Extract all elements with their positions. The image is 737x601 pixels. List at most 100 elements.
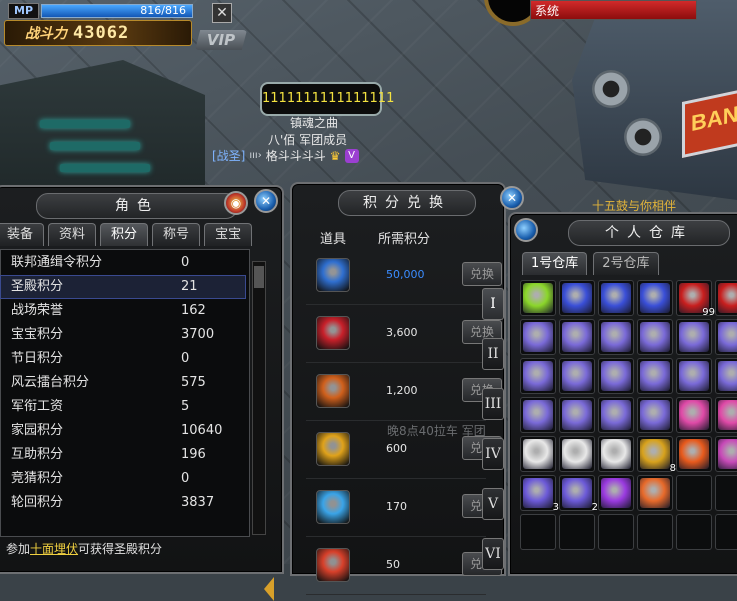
inventory-slot[interactable]	[520, 514, 556, 550]
inventory-slot[interactable]	[598, 514, 634, 550]
inventory-slot[interactable]	[715, 475, 737, 511]
collapse-arrow-icon[interactable]	[264, 577, 274, 601]
inventory-slot[interactable]	[520, 319, 556, 355]
page-button-V[interactable]: V	[482, 488, 504, 520]
inventory-slot[interactable]	[598, 358, 634, 394]
inventory-slot[interactable]	[520, 280, 556, 316]
inventory-slot[interactable]	[715, 436, 737, 472]
warehouse-tab-1[interactable]: 2号仓库	[593, 252, 659, 275]
points-row[interactable]: 互助积分 196	[1, 444, 245, 466]
points-value: 21	[181, 279, 198, 294]
page-button-I[interactable]: I	[482, 288, 504, 320]
close-icon[interactable]: ✕	[212, 3, 232, 23]
hint-link[interactable]: 十面埋伏	[30, 542, 78, 556]
col-item-header: 道具	[320, 232, 347, 247]
tab-0[interactable]: 装备	[0, 223, 45, 246]
inventory-slot[interactable]	[520, 397, 556, 433]
inventory-slot[interactable]	[676, 514, 712, 550]
exchange-panel-title: 积分兑换	[338, 190, 476, 216]
mask-icon	[523, 478, 553, 508]
inventory-slot[interactable]	[559, 319, 595, 355]
exchange-button[interactable]: 兑换	[462, 262, 502, 286]
inventory-slot[interactable]	[637, 514, 673, 550]
points-row[interactable]: 轮回积分 3837	[1, 492, 245, 514]
points-row[interactable]: 联邦通缉令积分 0	[1, 252, 245, 274]
inventory-slot[interactable]: 99	[676, 280, 715, 318]
green-star-card-icon	[523, 283, 553, 313]
exchange-row: 170兑换	[306, 480, 502, 537]
inventory-slot[interactable]	[637, 475, 673, 511]
inventory-slot[interactable]	[559, 358, 595, 394]
points-row[interactable]: 竞猜积分 0	[1, 468, 245, 490]
exchange-panel: 积分兑换 ✕ 道具 所需积分 50,000 兑换 3,600兑换1,200兑换 600…	[290, 182, 524, 595]
page-button-III[interactable]: III	[482, 388, 504, 420]
scrollbar-thumb[interactable]	[254, 266, 264, 288]
chest-icon	[679, 361, 709, 391]
close-icon[interactable]: ✕	[500, 186, 524, 210]
purple-eye-icon	[601, 478, 631, 508]
inventory-slot[interactable]	[598, 319, 634, 355]
role-panel-orb-icon[interactable]: ◉	[224, 191, 248, 215]
inventory-slot[interactable]	[715, 358, 737, 394]
tab-2[interactable]: 积分	[100, 223, 149, 246]
page-button-II[interactable]: II	[482, 338, 504, 370]
inventory-slot[interactable]	[676, 397, 712, 433]
points-row[interactable]: 圣殿积分 21	[0, 275, 246, 299]
inventory-slot[interactable]	[559, 397, 595, 433]
inventory-slot[interactable]: 8	[637, 436, 676, 474]
chat-ghost-text: 晚8点40拉车 军团	[387, 424, 486, 438]
system-bar[interactable]: 系统	[530, 0, 697, 20]
gold-crystal-icon	[316, 432, 350, 466]
points-hint: 参加十面埋伏可获得圣殿积分	[6, 540, 162, 557]
inventory-slot[interactable]	[676, 319, 712, 355]
warehouse-orb-icon[interactable]	[514, 218, 538, 242]
close-icon[interactable]: ✕	[254, 189, 278, 213]
npc-name-line[interactable]: [战圣] ııı› 格斗斗斗斗 ♛ V	[212, 147, 359, 164]
inventory-slot[interactable]	[598, 436, 634, 472]
chest-icon	[601, 361, 631, 391]
tab-3[interactable]: 称号	[152, 223, 201, 246]
tab-1[interactable]: 资料	[48, 223, 97, 246]
inventory-slot[interactable]	[559, 514, 595, 550]
points-name: 轮回积分	[11, 495, 64, 510]
inventory-slot[interactable]	[676, 358, 712, 394]
tab-4[interactable]: 宝宝	[204, 223, 253, 246]
inventory-slot[interactable]: 2	[559, 475, 598, 513]
building-light-strip	[60, 164, 150, 172]
inventory-slot[interactable]	[715, 280, 737, 316]
points-row[interactable]: 节日积分 0	[1, 348, 245, 370]
inventory-slot[interactable]	[715, 514, 737, 550]
inventory-slot[interactable]	[637, 319, 673, 355]
inventory-slot[interactable]	[637, 280, 673, 316]
inventory-slot[interactable]	[637, 397, 673, 433]
inventory-slot[interactable]	[598, 280, 634, 316]
inventory-slot[interactable]	[520, 436, 556, 472]
points-row[interactable]: 军衔工资 5	[1, 396, 245, 418]
warehouse-tab-bar: 1号仓库 2号仓库	[522, 252, 659, 275]
inventory-slot[interactable]	[559, 436, 595, 472]
inventory-slot[interactable]	[559, 280, 595, 316]
inventory-slot[interactable]	[676, 436, 712, 472]
page-button-VI[interactable]: VI	[482, 538, 504, 570]
page-button-IV[interactable]: IV	[482, 438, 504, 470]
points-scrollbar[interactable]	[252, 261, 266, 535]
points-row[interactable]: 战场荣誉 162	[1, 300, 245, 322]
vip-button[interactable]: VIP	[195, 30, 247, 50]
inventory-slot[interactable]: 3	[520, 475, 559, 513]
inventory-slot[interactable]	[676, 475, 712, 511]
points-row[interactable]: 宝宝积分 3700	[1, 324, 245, 346]
inventory-slot[interactable]	[598, 397, 634, 433]
points-row[interactable]: 家园积分 10640	[1, 420, 245, 442]
chest-icon	[640, 400, 670, 430]
inventory-slot[interactable]	[520, 358, 556, 394]
chest-icon	[718, 361, 737, 391]
inventory-slot[interactable]	[715, 397, 737, 433]
inventory-slot[interactable]	[637, 358, 673, 394]
points-name: 互助积分	[11, 447, 64, 462]
combat-power-label: 战斗力	[25, 26, 67, 42]
inventory-slot[interactable]	[598, 475, 634, 511]
points-value: 162	[181, 303, 206, 318]
points-row[interactable]: 风云擂台积分 575	[1, 372, 245, 394]
warehouse-tab-0[interactable]: 1号仓库	[522, 252, 588, 275]
inventory-slot[interactable]	[715, 319, 737, 355]
